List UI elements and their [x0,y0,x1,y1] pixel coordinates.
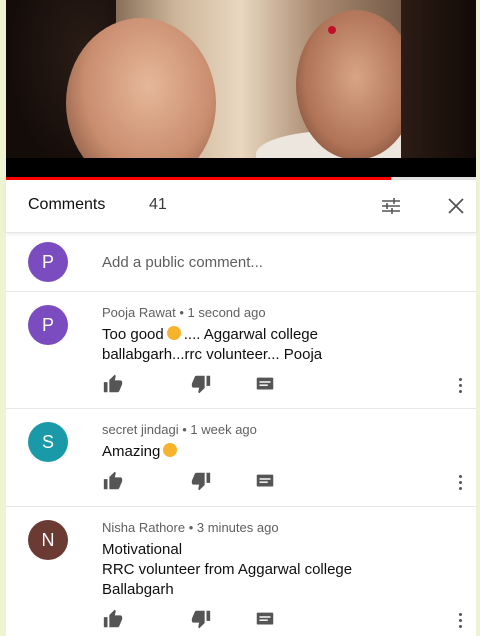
thumbs-down-icon[interactable] [190,470,212,492]
close-icon[interactable] [444,194,468,218]
comment-author[interactable]: Pooja Rawat [102,305,176,320]
add-comment-row[interactable]: P Add a public comment... [6,233,476,292]
comment-text-part: RRC volunteer from Aggarwal college [102,561,353,578]
comment-time: 1 second ago [187,305,266,320]
avatar[interactable]: P [28,305,68,345]
comment-time: 3 minutes ago [196,520,279,535]
sort-filter-icon[interactable] [379,194,403,218]
comment-text-part: Too good [102,326,164,343]
comment-text-part: Motivational [102,541,183,558]
more-vert-icon[interactable] [454,375,466,397]
thumbs-down-icon[interactable] [190,373,212,395]
video-player[interactable] [6,0,476,178]
comment-meta: Pooja Rawat • 1 second ago [102,305,266,320]
avatar[interactable]: N [28,520,68,560]
video-frame-bindi [328,26,336,34]
more-vert-icon[interactable] [454,472,466,494]
thumbs-up-icon[interactable] [102,608,124,630]
comment-text: Motivational RRC volunteer from Aggarwal… [102,540,452,600]
comment-text-part: .... Aggarwal college [183,326,318,343]
comments-title: Comments [28,196,106,213]
comment-item: S secret jindagi • 1 week ago Amazing [6,408,476,507]
comments-panel: Comments 41 P Add a public comment... P … [6,180,476,636]
reply-icon[interactable] [254,470,276,492]
video-frame-face-right [296,10,416,160]
avatar[interactable]: S [28,422,68,462]
thumbs-up-icon[interactable] [102,373,124,395]
reply-icon[interactable] [254,373,276,395]
avatar: P [28,242,68,282]
comment-meta: Nisha Rathore • 3 minutes ago [102,520,279,535]
comment-item: P Pooja Rawat • 1 second ago Too good...… [6,291,476,409]
reply-icon[interactable] [254,608,276,630]
comment-text-part: ballabgarh...rrc volunteer... Pooja [102,346,323,363]
ok-hand-emoji-icon [166,326,181,340]
comment-actions [102,608,462,630]
video-frame-face-left [66,18,216,178]
thumbs-up-icon[interactable] [102,470,124,492]
comment-text: Too good .... Aggarwal college ballabgarh… [102,325,452,365]
comments-count: 41 [149,196,167,213]
comment-text-part: Amazing [102,443,161,460]
ok-hand-emoji-icon [163,443,178,457]
comment-item: N Nisha Rathore • 3 minutes ago Motivati… [6,506,476,636]
comments-header: Comments 41 [6,180,476,233]
add-comment-input[interactable]: Add a public comment... [102,254,263,271]
comment-text-part: Ballabgarh [102,581,174,598]
comment-author[interactable]: Nisha Rathore [102,520,185,535]
video-frame-hair-right [401,0,476,178]
video-letterbox [6,158,476,178]
comment-actions [102,373,462,395]
more-vert-icon[interactable] [454,610,466,632]
comment-author[interactable]: secret jindagi [102,422,179,437]
comment-actions [102,470,462,492]
comment-meta: secret jindagi • 1 week ago [102,422,257,437]
comment-time: 1 week ago [190,422,257,437]
thumbs-down-icon[interactable] [190,608,212,630]
comment-text: Amazing [102,442,452,462]
